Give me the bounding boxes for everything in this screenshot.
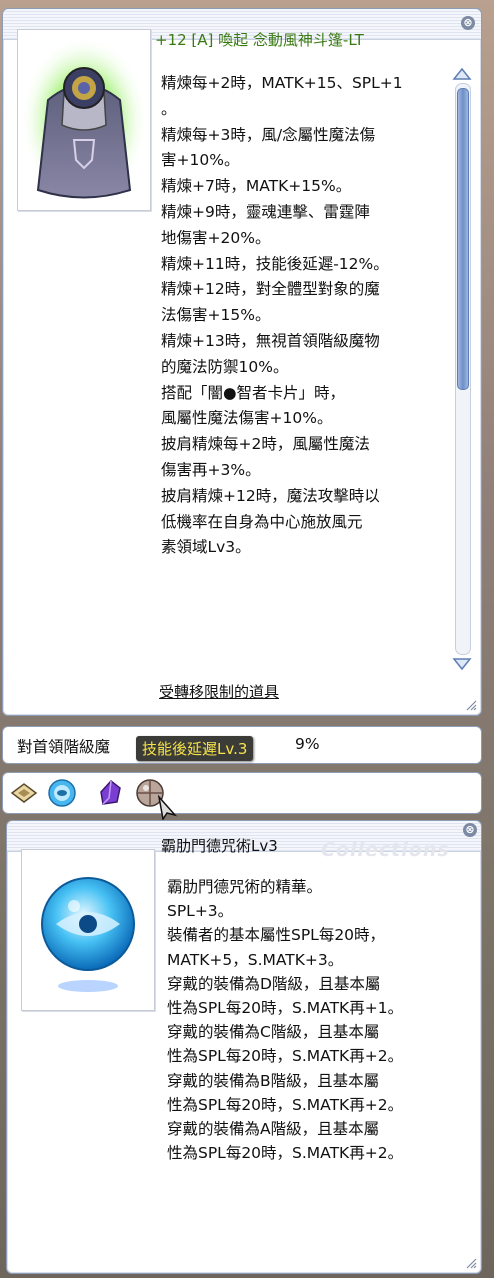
item-image-frame bbox=[17, 29, 151, 211]
purple-crystal-icon[interactable] bbox=[95, 778, 125, 808]
description-line: 性為SPL每20時，S.MATK再+2。 bbox=[167, 1047, 404, 1066]
description-line: 低機率在自身為中心施放風元 bbox=[161, 512, 363, 531]
cloak-item-icon bbox=[20, 36, 148, 204]
description-line: 精煉+9時，靈魂連擊、雷霆陣 bbox=[161, 202, 370, 221]
description-line: 素領域Lv3。 bbox=[161, 538, 251, 557]
description-line: MATK+5，S.MATK+3。 bbox=[167, 950, 344, 969]
description-line: 穿戴的裝備為C階級，且基本屬 bbox=[167, 1023, 380, 1042]
card-description: 霸肋門德咒術的精華。 SPL+3。 裝備者的基本屬性SPL每20時， MATK+… bbox=[167, 875, 403, 1165]
description-line: 傷害再+3%。 bbox=[161, 460, 261, 479]
description-line: 性為SPL每20時，S.MATK再+2。 bbox=[167, 1144, 404, 1163]
description-line: 。 bbox=[161, 99, 177, 118]
description-line: 法傷害+15%。 bbox=[161, 306, 271, 325]
option-text-start: 對首領階級魔 bbox=[17, 738, 111, 756]
card-slot-icon[interactable] bbox=[9, 778, 39, 808]
description-line: 搭配「闇●智者卡片」時， bbox=[161, 383, 346, 402]
item-description: 精煉每+2時，MATK+15、SPL+1 。 精煉每+3時，風/念屬性魔法傷 害… bbox=[161, 71, 403, 561]
scroll-up-arrow-icon[interactable] bbox=[452, 67, 472, 81]
card-title: 霸肋門德咒術Lv3 bbox=[161, 837, 278, 855]
description-line: 披肩精煉+12時，魔法攻擊時以 bbox=[161, 486, 380, 505]
resize-grip-icon[interactable] bbox=[465, 1257, 477, 1269]
description-line: 精煉每+3時，風/念屬性魔法傷 bbox=[161, 125, 376, 144]
card-image-frame bbox=[21, 849, 155, 1011]
item-info-window: +12 [A] 喚起 念動風神斗篷-LT ⊗ 精煉每+2時，MATK+15、SP… bbox=[2, 8, 482, 716]
resize-grip-icon[interactable] bbox=[465, 699, 477, 711]
scrollbar-thumb[interactable] bbox=[457, 88, 469, 390]
scrollbar-track[interactable] bbox=[455, 83, 471, 655]
description-line: 害+10%。 bbox=[161, 151, 240, 170]
description-line: 精煉+12時，對全體型對象的魔 bbox=[161, 280, 380, 299]
description-line: 精煉+13時，無視首領階級魔物 bbox=[161, 331, 380, 350]
description-line: 風屬性魔法傷害+10%。 bbox=[161, 409, 333, 428]
description-line: 精煉+11時，技能後延遲-12%。 bbox=[161, 254, 389, 273]
description-line: 裝備者的基本屬性SPL每20時， bbox=[167, 926, 386, 945]
close-icon[interactable]: ⊗ bbox=[461, 16, 475, 30]
description-line: 精煉+7時，MATK+15%。 bbox=[161, 177, 352, 196]
description-line: 披肩精煉每+2時，風屬性魔法 bbox=[161, 435, 370, 454]
description-line: 穿戴的裝備為D階級，且基本屬 bbox=[167, 974, 381, 993]
item-title: +12 [A] 喚起 念動風神斗篷-LT bbox=[155, 31, 364, 49]
skill-tooltip: 技能後延遲Lv.3 bbox=[136, 736, 254, 761]
mouse-cursor-icon bbox=[157, 795, 178, 821]
description-line: 霸肋門德咒術的精華。 bbox=[167, 878, 323, 896]
card-info-window: Collections 霸肋門德咒術Lv3 ⊗ 霸肋門德咒術的精華。 SPL+3… bbox=[6, 820, 482, 1274]
close-icon[interactable]: ⊗ bbox=[463, 823, 477, 837]
option-text-end: 9% bbox=[295, 735, 320, 753]
description-line: 精煉每+2時，MATK+15、SPL+1 bbox=[161, 74, 403, 92]
description-line: 性為SPL每20時，S.MATK再+2。 bbox=[167, 1095, 404, 1114]
collections-watermark: Collections bbox=[321, 839, 450, 861]
blue-orb-icon[interactable] bbox=[47, 778, 77, 808]
transfer-restriction-link[interactable]: 受轉移限制的道具 bbox=[159, 681, 279, 702]
description-line: 的魔法防禦10%。 bbox=[161, 357, 289, 376]
description-line: 穿戴的裝備為A階級，且基本屬 bbox=[167, 1119, 380, 1138]
enchant-slot-bar bbox=[2, 772, 482, 821]
scroll-down-arrow-icon[interactable] bbox=[452, 657, 472, 671]
description-line: 穿戴的裝備為B階級，且基本屬 bbox=[167, 1071, 380, 1090]
description-line: SPL+3。 bbox=[167, 902, 234, 921]
blue-orb-card-icon bbox=[41, 877, 135, 992]
description-line: 性為SPL每20時，S.MATK再+1。 bbox=[167, 998, 404, 1017]
description-line: 地傷害+20%。 bbox=[161, 228, 271, 247]
